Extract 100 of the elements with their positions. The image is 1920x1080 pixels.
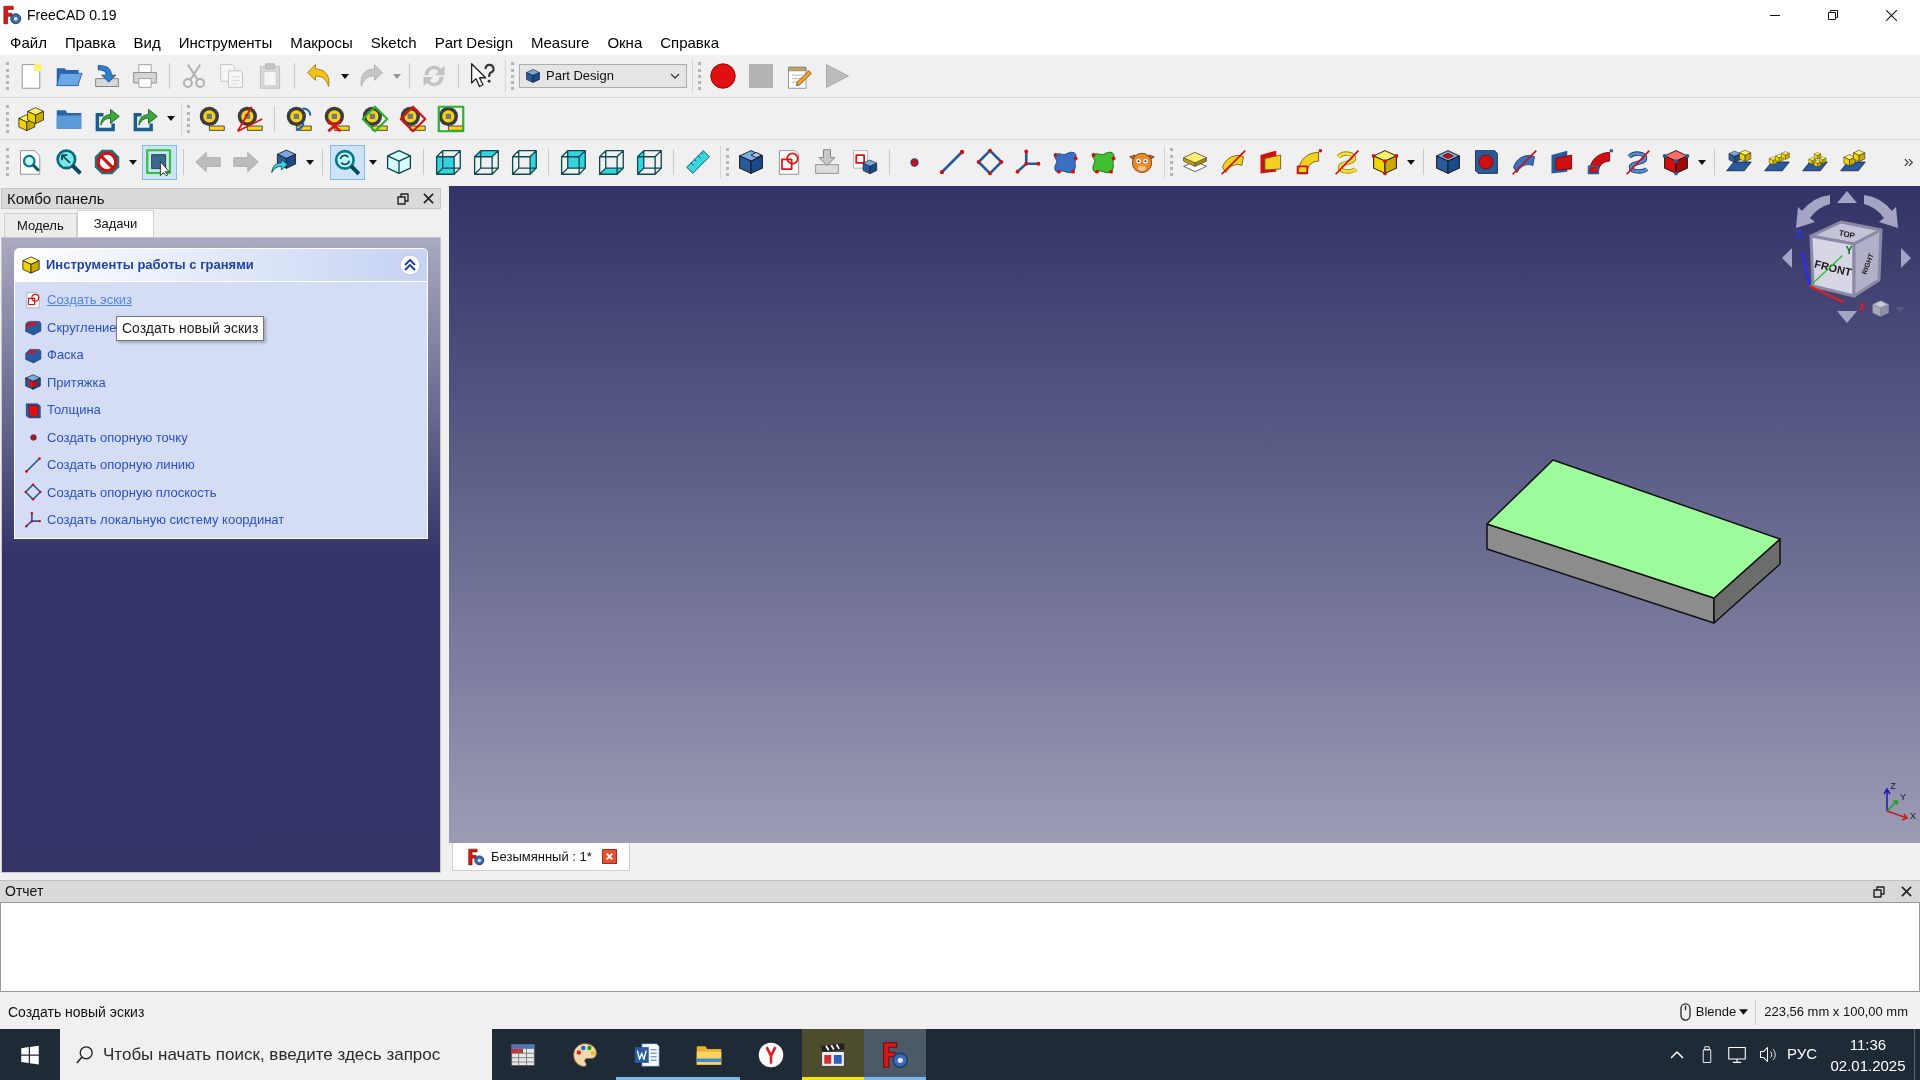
caret-icon[interactable] [341, 73, 349, 79]
menu-item[interactable]: Part Design [425, 30, 522, 55]
face-label[interactable]: FRONT [1813, 257, 1853, 279]
menu-item[interactable]: Макросы [281, 30, 362, 55]
float-icon[interactable] [397, 192, 409, 205]
clock-time[interactable]: 11:36 [1849, 1033, 1887, 1055]
task-link[interactable]: Создать опорную плоскость [47, 482, 217, 502]
menu-item[interactable]: Инструменты [169, 30, 282, 55]
navigation-cube[interactable] [1809, 220, 1883, 298]
down-arrow-icon[interactable] [1837, 311, 1857, 323]
task-link[interactable]: Притяжка [47, 372, 106, 392]
workbench-dropdown[interactable]: Part Design [519, 64, 687, 88]
menu-item[interactable]: Окна [598, 30, 652, 55]
cube-front-face-icon[interactable] [434, 148, 462, 176]
tape-measure-refresh-icon[interactable] [285, 104, 313, 133]
zoom-arrow-icon[interactable] [55, 148, 83, 176]
cube-icon[interactable] [1662, 148, 1690, 176]
restore-icon[interactable] [1828, 10, 1838, 20]
pocket-icon[interactable] [1434, 148, 1462, 176]
undo-icon[interactable] [305, 62, 333, 90]
cube-icon[interactable] [737, 148, 765, 176]
cube-right-face-icon[interactable] [510, 148, 538, 176]
helix-icon[interactable] [1333, 148, 1361, 176]
collapse-icon[interactable] [399, 254, 421, 276]
cube-rear-face-icon[interactable] [559, 148, 587, 176]
clock-date[interactable]: 02.01.2025 [1830, 1054, 1906, 1076]
pipe-icon[interactable] [1586, 148, 1614, 176]
tape-measure-cross-icon[interactable] [323, 104, 351, 133]
cube-bottom-face-icon[interactable] [597, 148, 625, 176]
tape-measure-angle-icon[interactable] [236, 104, 264, 133]
wireframe-cube-icon[interactable] [385, 148, 413, 176]
save-icon[interactable] [93, 62, 121, 90]
small-cube-icon[interactable] [1872, 300, 1889, 317]
menu-item[interactable]: Measure [522, 30, 599, 55]
left-arrow-icon[interactable] [1782, 248, 1792, 268]
right-arrow-icon[interactable] [1901, 248, 1911, 268]
navigation-style-dropdown[interactable]: Blende [1679, 1002, 1756, 1022]
tape-measure-frame-icon[interactable] [437, 104, 465, 133]
hole-icon[interactable] [1472, 148, 1500, 176]
speaker-icon[interactable] [1758, 1045, 1776, 1064]
record-icon[interactable] [709, 62, 737, 90]
line-icon[interactable] [938, 148, 966, 176]
windows-logo-icon[interactable] [20, 1044, 40, 1065]
document-tab[interactable]: Безымянный : 1* [452, 843, 630, 871]
task-link[interactable]: Скругление [47, 317, 117, 337]
panel-tab[interactable]: Модель [4, 213, 77, 237]
tray-arrow-icon[interactable] [813, 148, 841, 176]
ruler-icon[interactable] [684, 148, 712, 176]
cube-icon[interactable] [1371, 148, 1399, 176]
task-link[interactable]: Создать локальную систему координат [47, 510, 285, 530]
sketch-cube-icon[interactable] [851, 148, 879, 176]
close-icon[interactable] [601, 849, 617, 864]
cube-top-face-icon[interactable] [472, 148, 500, 176]
helix-icon[interactable] [1624, 148, 1652, 176]
search-field[interactable]: Чтобы начать поиск, введите здесь запрос [60, 1029, 492, 1080]
chevron-up-icon[interactable] [1670, 1050, 1684, 1059]
task-link[interactable]: Создать опорную точку [47, 427, 188, 447]
cube-left-face-icon[interactable] [635, 148, 663, 176]
task-link[interactable]: Создать опорную линию [47, 455, 195, 475]
caret-icon[interactable] [369, 159, 377, 165]
curved-arrow-icon[interactable] [1864, 195, 1898, 228]
axes-icon[interactable] [1014, 148, 1042, 176]
groove-icon[interactable] [1510, 148, 1538, 176]
no-entry-icon[interactable] [93, 148, 121, 176]
caret-icon[interactable] [306, 159, 314, 165]
minimize-icon[interactable] [1770, 14, 1780, 16]
plane-icon[interactable] [976, 148, 1004, 176]
task-link[interactable]: Фаска [47, 345, 84, 365]
pipe-icon[interactable] [1295, 148, 1323, 176]
caret-icon[interactable] [129, 159, 137, 165]
float-icon[interactable] [1873, 885, 1885, 898]
caret-icon[interactable] [1698, 159, 1706, 165]
close-icon[interactable] [1885, 9, 1897, 21]
tape-measure-diamond-icon[interactable] [361, 104, 389, 133]
help-cursor-icon[interactable] [469, 62, 497, 90]
close-icon[interactable] [423, 193, 434, 204]
face-label[interactable]: TOP [1838, 228, 1856, 241]
up-arrow-icon[interactable] [1837, 191, 1857, 203]
double-chevron-icon[interactable] [1904, 157, 1914, 167]
stacked-blocks-icon[interactable] [17, 104, 45, 133]
menu-item[interactable]: Sketch [361, 30, 426, 55]
curved-arrow-icon[interactable] [1796, 195, 1830, 228]
task-link[interactable]: Толщина [47, 400, 101, 420]
menu-item[interactable]: Правка [55, 30, 125, 55]
box-cursor-icon[interactable] [141, 144, 177, 180]
caret-icon[interactable] [167, 116, 175, 121]
revolve-icon[interactable] [1219, 148, 1247, 176]
point-icon[interactable] [909, 157, 919, 167]
zoom-rotate-icon[interactable] [329, 144, 365, 180]
menu-item[interactable]: Файл [1, 30, 56, 55]
tape-measure-diamond-icon[interactable] [399, 104, 427, 133]
menu-item[interactable]: Вид [124, 30, 170, 55]
close-icon[interactable] [1901, 886, 1912, 897]
tape-measure-icon[interactable] [198, 104, 226, 133]
menu-item[interactable]: Справка [651, 30, 729, 55]
language-indicator[interactable]: РУС [1782, 1043, 1822, 1066]
usb-drive-icon[interactable] [1701, 1045, 1713, 1064]
printer-icon[interactable] [131, 62, 159, 90]
cube-arrow-icon[interactable] [270, 148, 298, 176]
monitor-icon[interactable] [1727, 1045, 1747, 1064]
